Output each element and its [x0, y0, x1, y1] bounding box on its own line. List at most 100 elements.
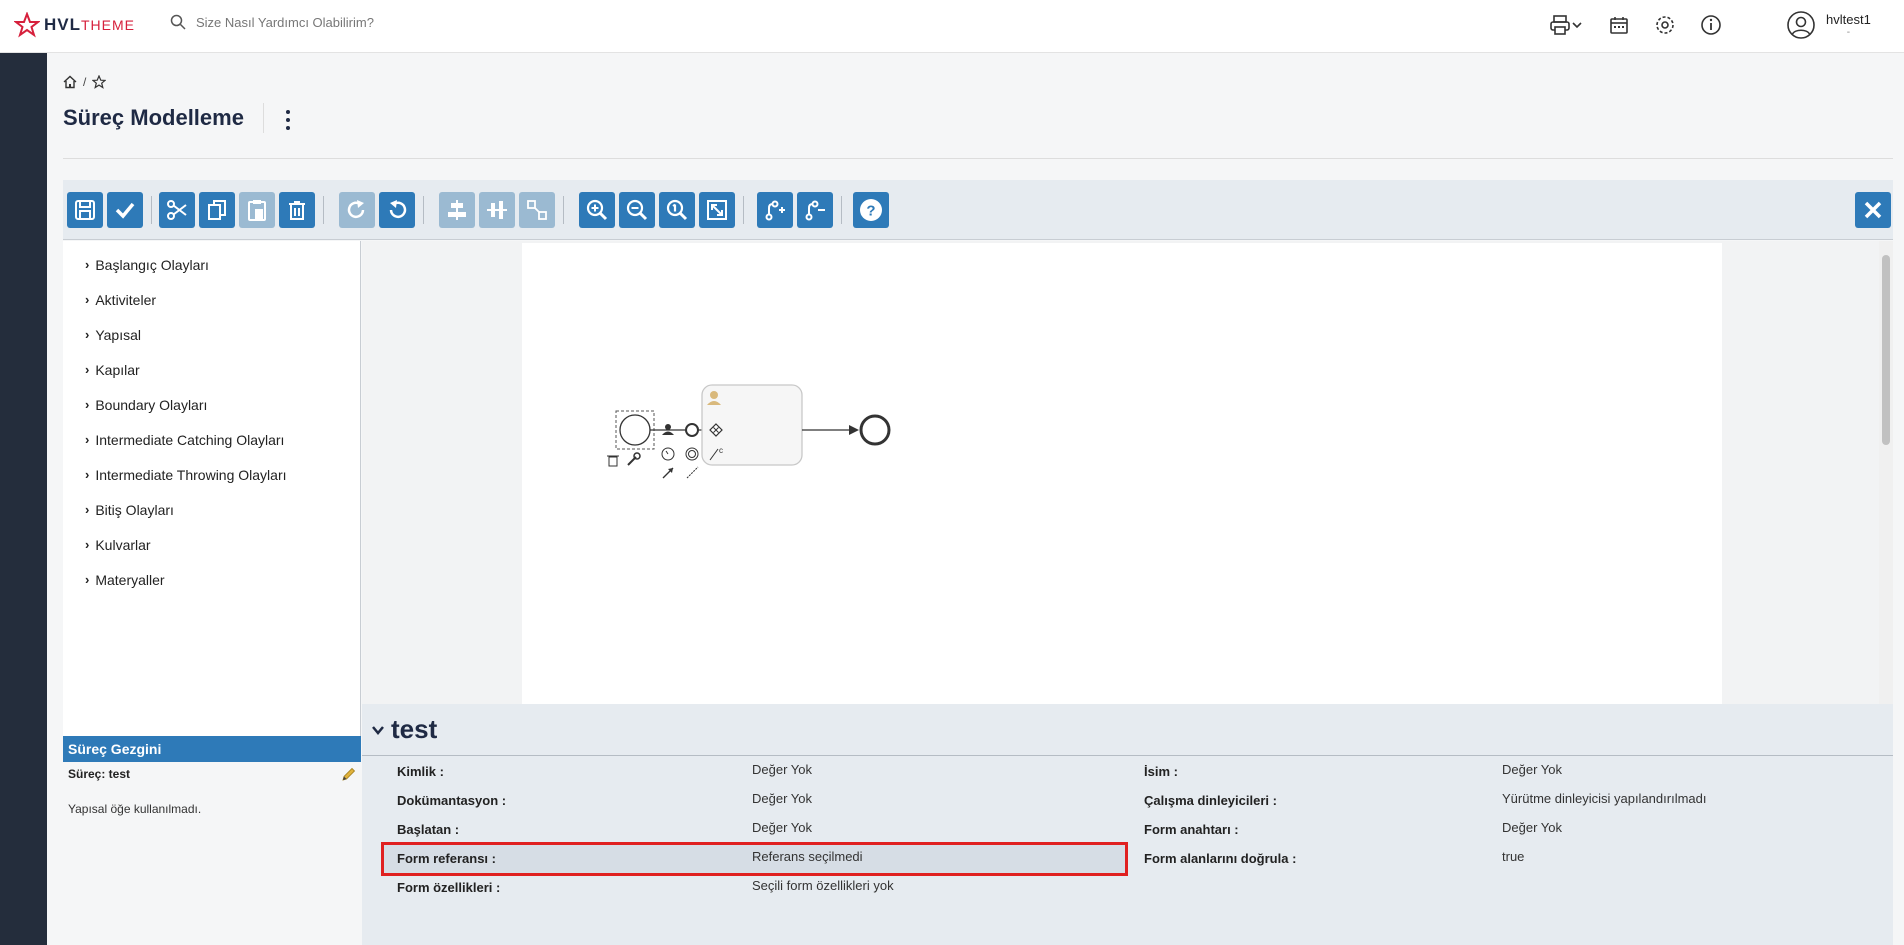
- user-menu[interactable]: hvltest1 -: [1786, 10, 1871, 40]
- timer-icon[interactable]: [661, 447, 675, 461]
- properties-header[interactable]: test: [371, 714, 437, 745]
- paste-icon: [248, 200, 266, 221]
- remove-docker-button[interactable]: [797, 192, 833, 228]
- redo-button[interactable]: [339, 192, 375, 228]
- dashed-line-icon[interactable]: [686, 466, 699, 479]
- prop-value-id[interactable]: Değer Yok: [752, 762, 812, 777]
- palette-item-lanes[interactable]: › Kulvarlar: [63, 527, 360, 562]
- prop-value-form-key[interactable]: Değer Yok: [1502, 820, 1562, 835]
- palette-item-intermediate-catching[interactable]: › Intermediate Catching Olayları: [63, 422, 360, 457]
- search-icon[interactable]: [170, 14, 186, 30]
- intermediate-event-icon[interactable]: [685, 423, 699, 437]
- help-icon: ?: [860, 199, 882, 221]
- pencil-icon[interactable]: [340, 767, 356, 783]
- palette-item-structural[interactable]: › Yapısal: [63, 317, 360, 352]
- undo-icon: [389, 200, 407, 219]
- chevron-right-icon: ›: [85, 502, 90, 517]
- diagram-canvas[interactable]: c: [522, 243, 1722, 704]
- bpmn-diagram: c: [607, 384, 891, 479]
- chevron-right-icon: ›: [85, 537, 90, 552]
- prop-value-name[interactable]: Değer Yok: [1502, 762, 1562, 777]
- validate-button[interactable]: [107, 192, 143, 228]
- cut-button[interactable]: [159, 192, 195, 228]
- copy-button[interactable]: [199, 192, 235, 228]
- cut-icon: [167, 200, 187, 220]
- prop-label-form-properties: Form özellikleri :: [397, 880, 501, 895]
- help-button[interactable]: ?: [853, 192, 889, 228]
- user-role: -: [1846, 27, 1851, 38]
- more-options-button[interactable]: [281, 108, 295, 132]
- print-menu-button[interactable]: [1546, 12, 1586, 38]
- header-icons: [1546, 12, 1724, 38]
- calendar-button[interactable]: [1606, 12, 1632, 38]
- zoom-fit-button[interactable]: [699, 192, 735, 228]
- align-horizontal-button[interactable]: [439, 192, 475, 228]
- paste-button[interactable]: [239, 192, 275, 228]
- zoom-actual-button[interactable]: [659, 192, 695, 228]
- chevron-right-icon: ›: [85, 257, 90, 272]
- undo-button[interactable]: [379, 192, 415, 228]
- end-event[interactable]: [859, 414, 891, 446]
- boundary-event-icon[interactable]: [685, 447, 699, 461]
- same-size-button[interactable]: [519, 192, 555, 228]
- chevron-right-icon: ›: [85, 397, 90, 412]
- prop-value-validate-form-fields[interactable]: true: [1502, 849, 1524, 864]
- arrow-icon[interactable]: [662, 467, 674, 479]
- palette-item-artifacts[interactable]: › Materyaller: [63, 562, 360, 597]
- divider: [63, 158, 1893, 159]
- calendar-icon: [1610, 17, 1628, 34]
- close-editor-button[interactable]: [1855, 192, 1891, 228]
- breadcrumb: /: [63, 75, 107, 89]
- chevron-right-icon: ›: [85, 292, 90, 307]
- prop-value-form-properties[interactable]: Seçili form özellikleri yok: [752, 878, 894, 893]
- home-icon[interactable]: [63, 75, 77, 89]
- logo[interactable]: HVLTHEME: [14, 12, 135, 38]
- zoom-in-button[interactable]: [579, 192, 615, 228]
- settings-button[interactable]: [1652, 12, 1678, 38]
- properties-divider: [362, 755, 1893, 756]
- chevron-down-icon: [372, 725, 384, 735]
- prop-value-execution-listeners[interactable]: Yürütme dinleyicisi yapılandırılmadı: [1502, 791, 1706, 806]
- prop-value-documentation[interactable]: Değer Yok: [752, 791, 812, 806]
- delete-button[interactable]: [279, 192, 315, 228]
- prop-label-initiator: Başlatan :: [397, 822, 460, 837]
- align-icon: [448, 200, 466, 220]
- scrollbar-thumb[interactable]: [1882, 255, 1890, 445]
- trash-icon[interactable]: [607, 455, 619, 467]
- palette-item-start-events[interactable]: › Başlangıç Olayları: [63, 247, 360, 282]
- search-bar: [170, 14, 596, 30]
- save-button[interactable]: [67, 192, 103, 228]
- logo-text: HVLTHEME: [44, 15, 135, 34]
- palette-item-gateways[interactable]: › Kapılar: [63, 352, 360, 387]
- search-input[interactable]: [196, 14, 596, 30]
- copy-icon: [208, 200, 226, 220]
- close-icon: [1864, 201, 1882, 219]
- chevron-right-icon: ›: [85, 327, 90, 342]
- info-button[interactable]: [1698, 12, 1724, 38]
- palette-item-intermediate-throwing[interactable]: › Intermediate Throwing Olayları: [63, 457, 360, 492]
- align-vertical-icon: [487, 201, 507, 219]
- prop-label-name: İsim :: [1144, 764, 1178, 779]
- star-logo-icon: [14, 12, 40, 38]
- align-vertical-button[interactable]: [479, 192, 515, 228]
- print-icon: [1550, 15, 1570, 35]
- palette-item-activities[interactable]: › Aktiviteler: [63, 282, 360, 317]
- prop-label-execution-listeners: Çalışma dinleyicileri :: [1144, 793, 1277, 808]
- canvas-area: c: [362, 241, 1893, 704]
- user-icon: [1787, 11, 1815, 39]
- wrench-icon[interactable]: [627, 452, 641, 466]
- prop-value-form-reference[interactable]: Referans seçilmedi: [752, 849, 863, 864]
- palette-item-end-events[interactable]: › Bitiş Olayları: [63, 492, 360, 527]
- editor-toolbar: ?: [63, 180, 1893, 240]
- add-docker-button[interactable]: [757, 192, 793, 228]
- prop-label-form-key: Form anahtarı :: [1144, 822, 1239, 837]
- start-event[interactable]: [619, 414, 651, 446]
- star-icon[interactable]: [92, 75, 107, 89]
- zoom-out-button[interactable]: [619, 192, 655, 228]
- navigator-process-row: Süreç: test: [63, 762, 361, 788]
- properties-panel: test: [362, 704, 1893, 945]
- vertical-scrollbar[interactable]: [1879, 241, 1893, 704]
- zoom-out-icon: [626, 199, 648, 221]
- prop-value-initiator[interactable]: Değer Yok: [752, 820, 812, 835]
- palette-item-boundary-events[interactable]: › Boundary Olayları: [63, 387, 360, 422]
